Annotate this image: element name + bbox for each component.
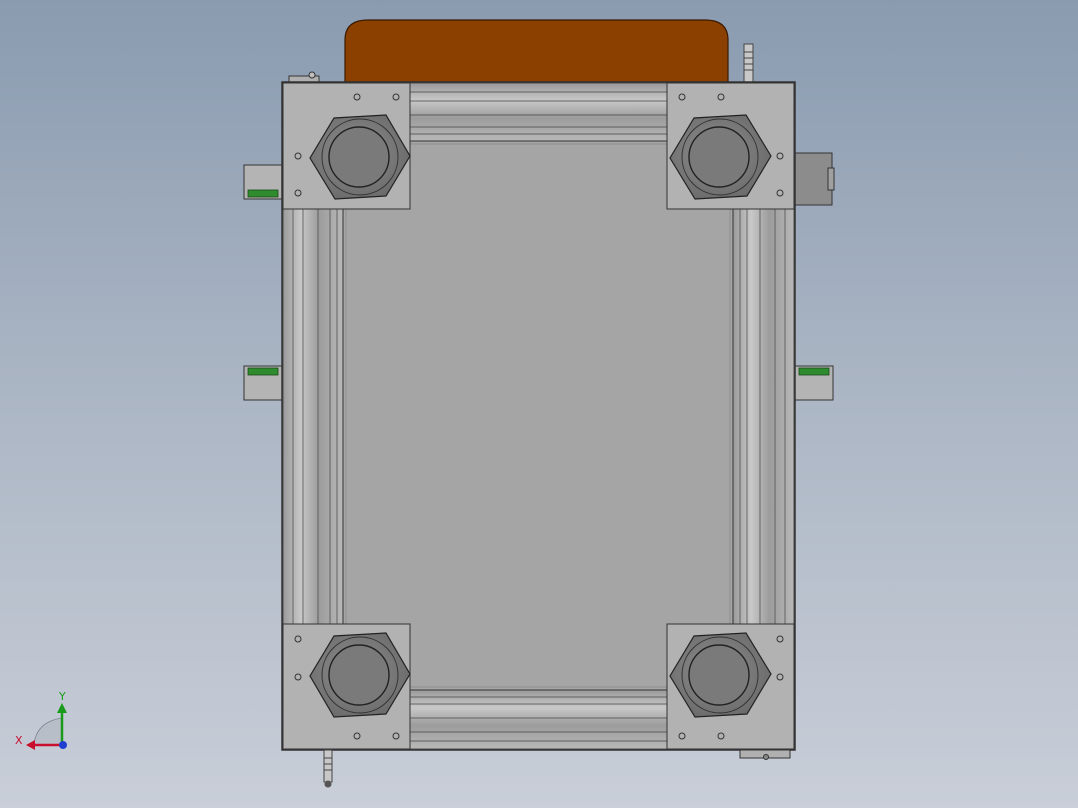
bottom-left-threaded-pin [323, 749, 333, 788]
right-middle-bracket [794, 365, 834, 401]
triad-y-label: Y [58, 690, 66, 703]
left-rail [282, 204, 344, 631]
top-cover [344, 19, 729, 83]
left-upper-bracket [243, 164, 283, 200]
left-middle-bracket [243, 365, 283, 401]
triad-shading [33, 717, 63, 746]
bottom-rail [407, 689, 671, 750]
bottom-right-latch [739, 749, 791, 760]
cad-viewport[interactable]: Y X [0, 0, 1078, 808]
axis-triad: Y X [15, 690, 67, 750]
top-right-threaded-pin [743, 43, 754, 83]
cad-model-view[interactable]: Y X [0, 0, 1078, 808]
center-plate [342, 140, 734, 691]
right-upper-block [794, 152, 835, 206]
triad-x-label: X [15, 734, 23, 747]
